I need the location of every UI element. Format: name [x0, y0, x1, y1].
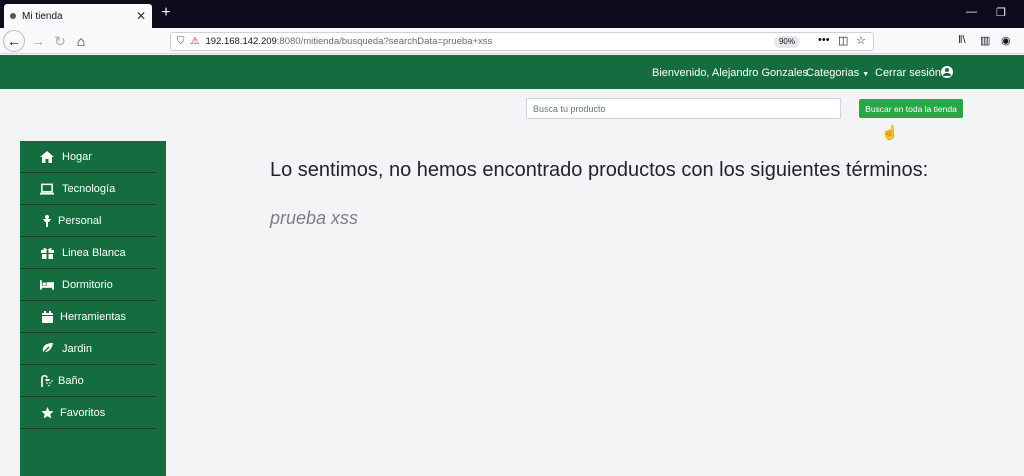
categories-label: Categorias — [806, 67, 860, 79]
sidebar-item-label: Baño — [58, 374, 84, 387]
search-term: prueba xss — [270, 208, 359, 228]
logout-link[interactable]: Cerrar sesión — [875, 67, 941, 79]
url-host: 192.168.142.209 — [205, 36, 277, 47]
home-button[interactable]: ⌂ — [71, 31, 91, 51]
home-icon — [40, 150, 54, 164]
sidebar-item-personal[interactable]: Personal — [20, 205, 156, 237]
laptop-icon — [40, 182, 54, 196]
person-icon — [40, 214, 54, 228]
url-bar[interactable]: ⛉ ⚠ 192.168.142.209:8080/mitienda/busque… — [170, 32, 874, 51]
gift-icon — [40, 246, 54, 260]
insecure-lock-icon[interactable]: ⚠ — [191, 36, 200, 47]
sidebar-item-label: Jardin — [62, 342, 92, 355]
sidebar-item-label: Hogar — [62, 150, 92, 163]
tab-close-icon[interactable]: ✕ — [136, 9, 146, 23]
bed-icon — [40, 278, 54, 292]
bookmark-star-icon[interactable]: ☆ — [856, 34, 866, 47]
forward-button[interactable]: → — [28, 31, 48, 51]
more-actions-icon[interactable]: ••• — [818, 34, 830, 46]
browser-tab-bar — [0, 0, 1024, 28]
sidebar-toggle-icon[interactable]: ▥ — [980, 34, 990, 47]
star-icon — [40, 406, 54, 420]
zoom-badge[interactable]: 90% — [774, 36, 800, 48]
search-store-button[interactable]: Buscar en toda la tienda — [859, 99, 963, 118]
shield-icon[interactable]: ⛉ — [177, 36, 185, 47]
shower-icon — [40, 374, 54, 388]
sidebar-item-label: Favoritos — [60, 406, 106, 419]
sidebar-item-label: Tecnología — [62, 182, 116, 195]
url-path: :8080/mitienda/busqueda?searchData=prueb… — [276, 36, 493, 47]
sidebar-item-tecnologia[interactable]: Tecnología — [20, 173, 156, 205]
user-circle-icon[interactable] — [941, 66, 953, 78]
sidebar-item-herramientas[interactable]: Herramientas — [20, 301, 156, 333]
sidebar-item-label: Dormitorio — [62, 278, 113, 291]
account-icon[interactable]: ◉ — [1001, 34, 1011, 47]
site-header — [0, 55, 1024, 89]
leaf-icon — [40, 342, 54, 356]
new-tab-button[interactable]: + — [156, 4, 176, 24]
sidebar-item-jardin[interactable]: Jardin — [20, 333, 156, 365]
library-icon[interactable]: ‖\ — [958, 34, 966, 46]
search-input[interactable] — [526, 98, 841, 119]
restore-icon[interactable]: ❐ — [996, 6, 1006, 19]
sidebar-item-label: Personal — [58, 214, 102, 227]
sidebar-item-favoritos[interactable]: Favoritos — [20, 397, 156, 429]
category-sidebar: Hogar Tecnología Personal Linea Blanca D… — [20, 141, 166, 476]
minimize-icon[interactable]: — — [966, 6, 977, 18]
sidebar-item-label: Herramientas — [60, 310, 127, 323]
pointer-cursor-icon: ☝ — [881, 124, 899, 140]
welcome-text: Bienvenido, Alejandro Gonzales — [652, 67, 808, 79]
sidebar-item-linea-blanca[interactable]: Linea Blanca — [20, 237, 156, 269]
tab-title: Mi tienda — [22, 10, 63, 22]
calendar-icon — [40, 310, 54, 324]
sidebar-item-label: Linea Blanca — [62, 246, 126, 259]
caret-down-icon: ▼ — [862, 71, 870, 78]
sidebar-item-dormitorio[interactable]: Dormitorio — [20, 269, 156, 301]
reload-button[interactable]: ↻ — [50, 31, 70, 51]
pocket-icon[interactable]: ◫ — [838, 34, 848, 47]
no-results-message: Lo sentimos, no hemos encontrado product… — [270, 159, 929, 181]
browser-tab[interactable]: Mi tienda ✕ — [4, 4, 152, 28]
sidebar-item-bano[interactable]: Baño — [20, 365, 156, 397]
back-button[interactable]: ← — [3, 30, 25, 52]
categories-dropdown[interactable]: Categorias ▼ — [806, 67, 869, 79]
tab-favicon-icon — [10, 13, 16, 19]
sidebar-item-hogar[interactable]: Hogar — [20, 141, 156, 173]
